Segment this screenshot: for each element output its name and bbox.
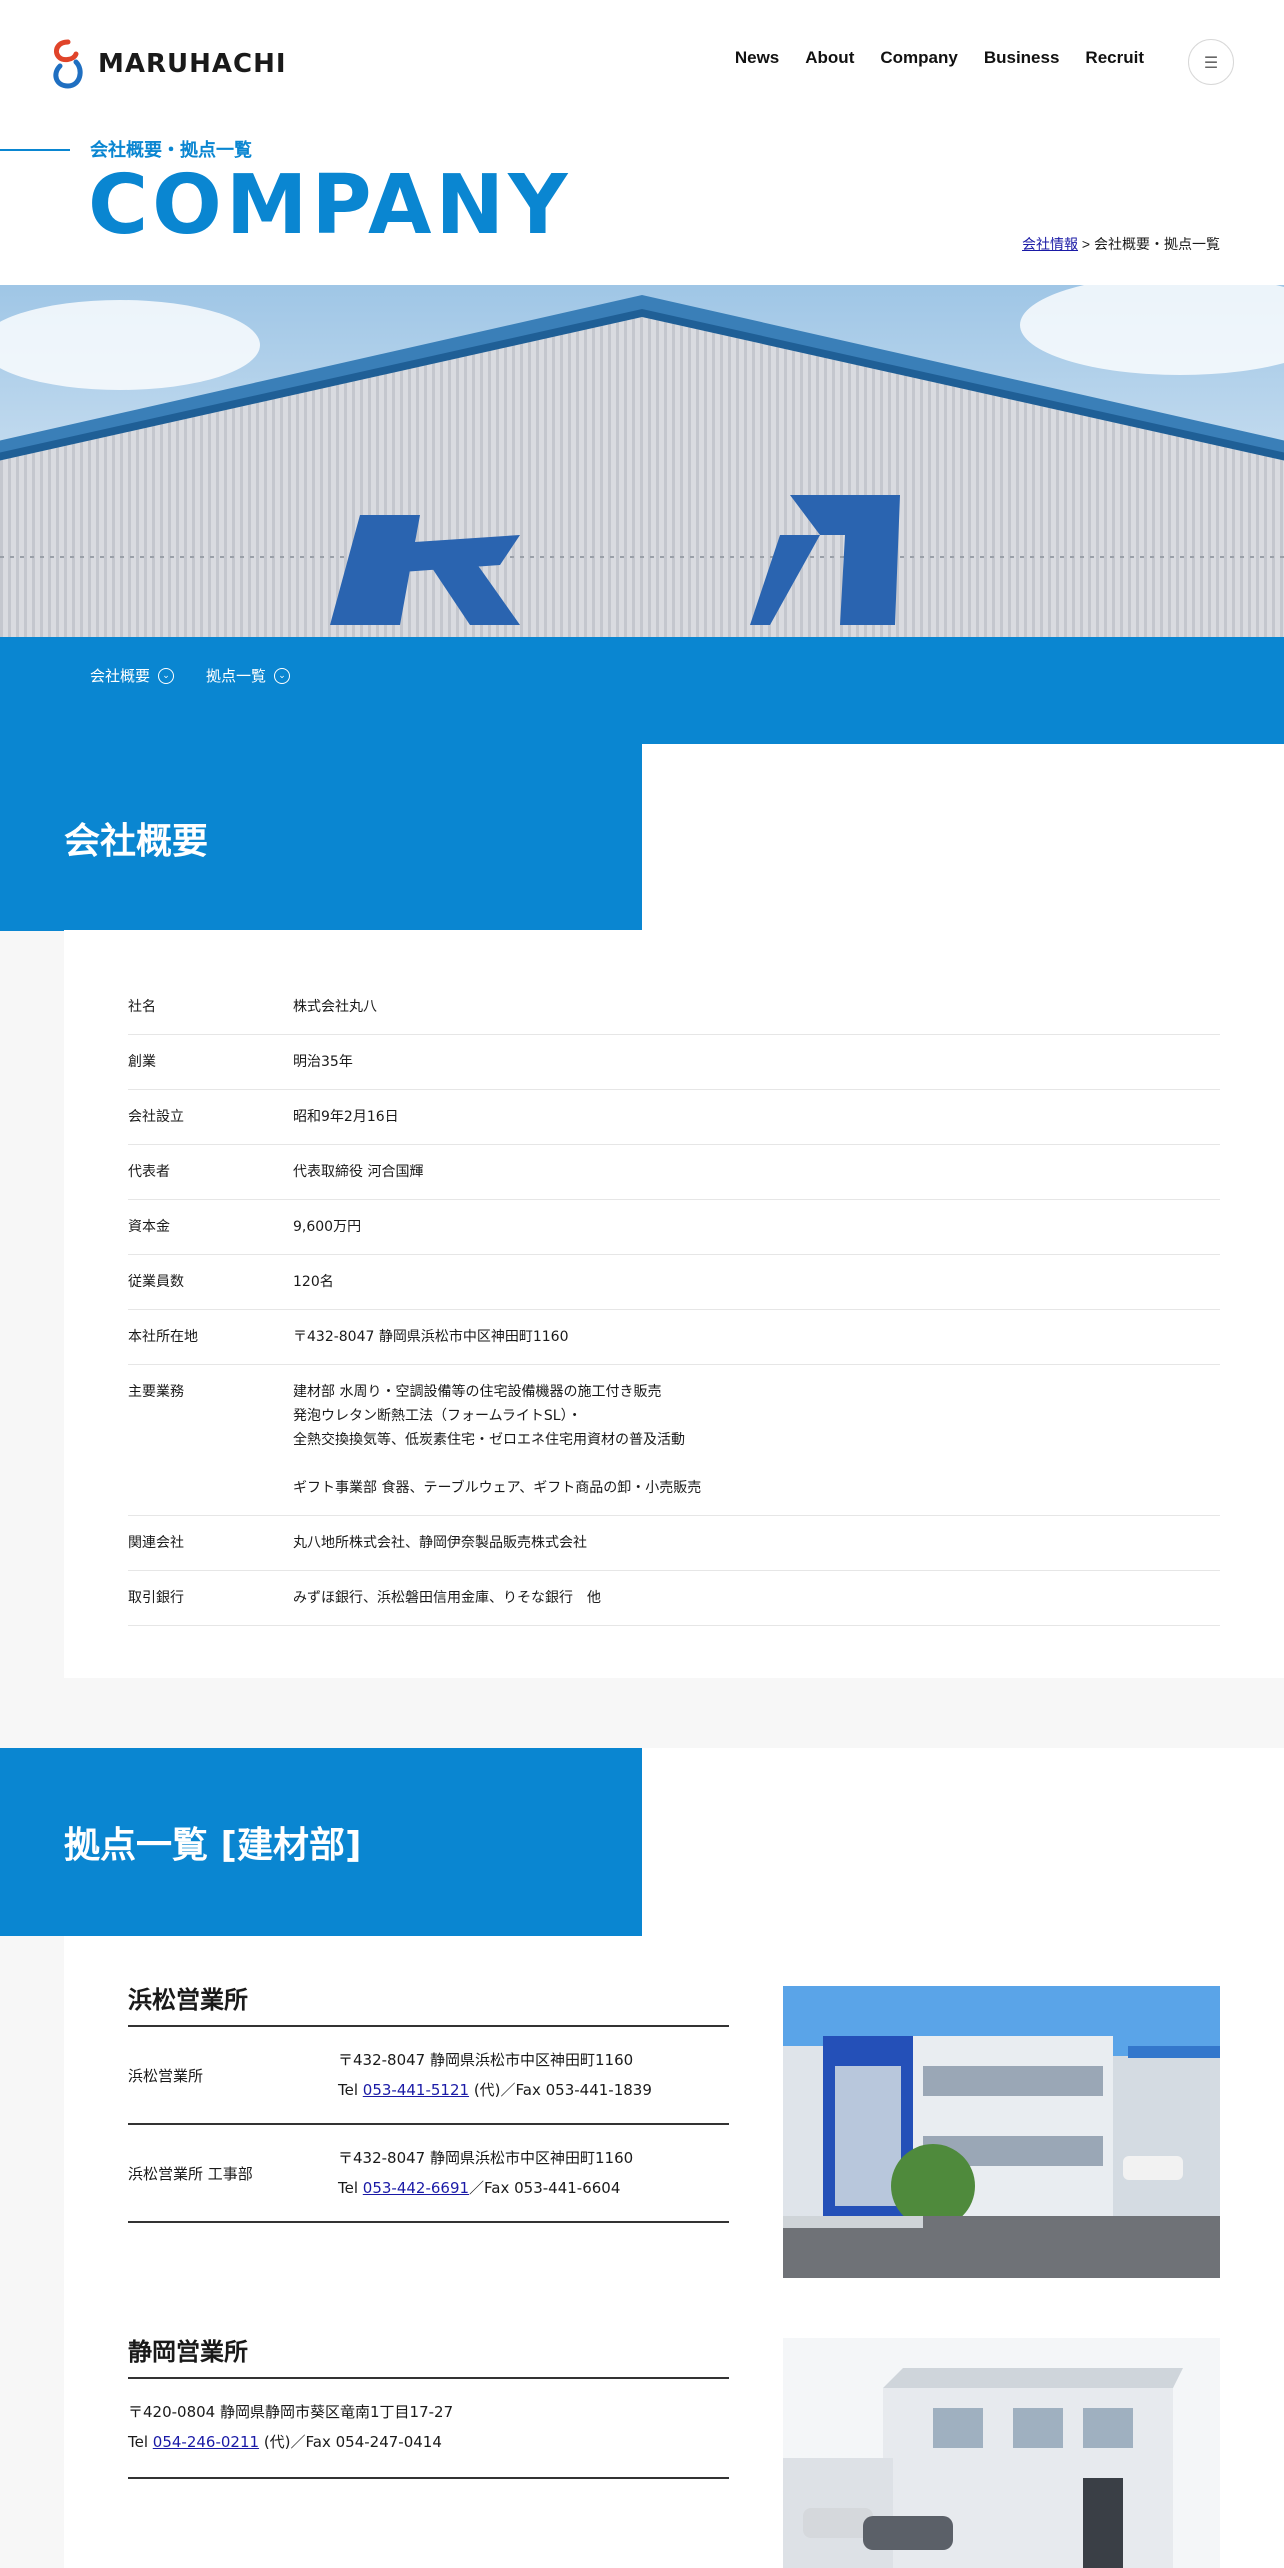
- office-contact: 〒420-0804 静岡県静岡市葵区竜南1丁目17-27 Tel 054-246…: [128, 2379, 729, 2479]
- table-row: 代表者 代表取締役 河合国輝: [128, 1145, 1220, 1200]
- office-phone-line: Tel 054-246-0211 (代)／Fax 054-247-0414: [128, 2427, 729, 2457]
- office-title: 静岡営業所: [128, 2332, 729, 2379]
- row-value: みずほ銀行、浜松磐田信用金庫、りそな銀行 他: [293, 1590, 601, 1606]
- row-key: 本社所在地: [128, 1329, 198, 1345]
- section-subnav-bar: 会社概要 ⌄ 拠点一覧 ⌄: [0, 637, 1284, 744]
- breadcrumb-separator: >: [1078, 236, 1094, 252]
- warehouse-illustration: [0, 285, 1284, 637]
- row-value: 9,600万円: [293, 1219, 362, 1235]
- row-value: 明治35年: [293, 1054, 353, 1070]
- row-value: 代表取締役 河合国輝: [293, 1164, 424, 1180]
- row-key: 資本金: [128, 1219, 170, 1235]
- shizuoka-office-photo: [783, 2338, 1220, 2568]
- row-key: 代表者: [128, 1164, 170, 1180]
- office-shizuoka: 静岡営業所 〒420-0804 静岡県静岡市葵区竜南1丁目17-27 Tel 0…: [128, 2332, 729, 2479]
- row-key: 従業員数: [128, 1274, 184, 1290]
- row-key: 社名: [128, 999, 156, 1015]
- overview-header-spacer: [642, 744, 1284, 931]
- office-row-name: 浜松営業所: [128, 2066, 204, 2085]
- office-address: 〒432-8047 静岡県浜松市中区神田町1160: [338, 2149, 634, 2167]
- table-row: 資本金 9,600万円: [128, 1200, 1220, 1255]
- menu-button[interactable]: ☰: [1188, 39, 1234, 85]
- eyebrow-line: [0, 149, 70, 151]
- row-value: 〒432-8047 静岡県浜松市中区神田町1160: [293, 1329, 569, 1345]
- tel-prefix: Tel: [338, 2081, 363, 2099]
- office-row: 浜松営業所 工事部 〒432-8047 静岡県浜松市中区神田町1160 Tel …: [128, 2125, 729, 2223]
- chevron-down-circle-icon: ⌄: [274, 667, 291, 684]
- main-nav: News About Company Business Recruit: [735, 48, 1144, 68]
- table-row: 関連会社 丸八地所株式会社、静岡伊奈製品販売株式会社: [128, 1516, 1220, 1571]
- row-key: 関連会社: [128, 1535, 184, 1551]
- tel-link[interactable]: 053-441-5121: [363, 2081, 469, 2099]
- logo[interactable]: MARUHACHI: [50, 38, 287, 90]
- table-row: 取引銀行 みずほ銀行、浜松磐田信用金庫、りそな銀行 他: [128, 1571, 1220, 1626]
- nav-company[interactable]: Company: [880, 48, 957, 68]
- row-key: 主要業務: [128, 1384, 184, 1400]
- bases-heading: 拠点一覧 [建材部]: [64, 1825, 362, 1866]
- company-info-table: 社名 株式会社丸八 創業 明治35年 会社設立 昭和9年2月16日 代表者 代表取締役 …: [128, 980, 1220, 1626]
- table-row: 本社所在地 〒432-8047 静岡県浜松市中区神田町1160: [128, 1310, 1220, 1365]
- office-row-contact: 〒432-8047 静岡県浜松市中区神田町1160 Tel 053-442-66…: [338, 2143, 729, 2203]
- row-key: 取引銀行: [128, 1590, 184, 1606]
- hamburger-icon: ☰: [1203, 52, 1219, 72]
- overview-section-header: 会社概要: [0, 744, 642, 931]
- office-phone-line: Tel 053-441-5121 (代)／Fax 053-441-1839: [338, 2075, 729, 2105]
- tel-prefix: Tel: [338, 2179, 363, 2197]
- row-value: 建材部 水周り・空調設備等の住宅設備機器の施工付き販売 発泡ウレタン断熱工法（フ…: [293, 1384, 702, 1496]
- chevron-down-circle-icon: ⌄: [158, 667, 175, 684]
- office-building-illustration: [783, 1986, 1220, 2278]
- row-value: 昭和9年2月16日: [293, 1109, 399, 1125]
- hamamatsu-office-photo: [783, 1986, 1220, 2278]
- subnav-bases[interactable]: 拠点一覧 ⌄: [206, 665, 291, 686]
- table-row: 創業 明治35年: [128, 1035, 1220, 1090]
- bases-header-spacer: [642, 1748, 1284, 1936]
- subnav-overview-label: 会社概要: [90, 667, 151, 685]
- fax-text: (代)／Fax 054-247-0414: [259, 2433, 442, 2451]
- site-header: MARUHACHI News About Company Business Re…: [0, 0, 1284, 130]
- brand-name: MARUHACHI: [98, 49, 287, 79]
- subnav-overview[interactable]: 会社概要 ⌄: [90, 665, 175, 686]
- table-row: 会社設立 昭和9年2月16日: [128, 1090, 1220, 1145]
- office-phone-line: Tel 053-442-6691／Fax 053-441-6604: [338, 2173, 729, 2203]
- breadcrumb-current: 会社概要・拠点一覧: [1094, 236, 1220, 252]
- office-building-illustration: [783, 2338, 1220, 2568]
- table-row: 社名 株式会社丸八: [128, 980, 1220, 1035]
- fax-text: (代)／Fax 053-441-1839: [469, 2081, 652, 2099]
- nav-business[interactable]: Business: [984, 48, 1060, 68]
- office-title: 浜松営業所: [128, 1980, 729, 2027]
- office-row-name: 浜松営業所 工事部: [128, 2164, 253, 2183]
- breadcrumb: 会社情報 > 会社概要・拠点一覧: [1022, 234, 1220, 254]
- office-row: 浜松営業所 〒432-8047 静岡県浜松市中区神田町1160 Tel 053-…: [128, 2027, 729, 2125]
- nav-news[interactable]: News: [735, 48, 779, 68]
- hero-image: [0, 285, 1284, 637]
- row-value: 株式会社丸八: [293, 999, 377, 1015]
- office-address: 〒432-8047 静岡県浜松市中区神田町1160: [338, 2051, 634, 2069]
- tel-prefix: Tel: [128, 2433, 153, 2451]
- maruhachi-logo-icon: [53, 39, 83, 89]
- overview-heading: 会社概要: [64, 821, 209, 862]
- breadcrumb-link-company-info[interactable]: 会社情報: [1022, 236, 1078, 252]
- tel-link[interactable]: 053-442-6691: [363, 2179, 469, 2197]
- row-value: 丸八地所株式会社、静岡伊奈製品販売株式会社: [293, 1535, 587, 1551]
- tel-link[interactable]: 054-246-0211: [153, 2433, 259, 2451]
- office-row-contact: 〒432-8047 静岡県浜松市中区神田町1160 Tel 053-441-51…: [338, 2045, 729, 2105]
- bases-section-header: 拠点一覧 [建材部]: [0, 1748, 642, 1936]
- nav-recruit[interactable]: Recruit: [1085, 48, 1144, 68]
- row-value: 120名: [293, 1274, 334, 1290]
- row-key: 創業: [128, 1054, 156, 1070]
- fax-text: ／Fax 053-441-6604: [469, 2179, 621, 2197]
- nav-about[interactable]: About: [805, 48, 854, 68]
- row-key: 会社設立: [128, 1109, 184, 1125]
- section-subnav: 会社概要 ⌄ 拠点一覧 ⌄: [90, 665, 291, 686]
- table-row: 主要業務 建材部 水周り・空調設備等の住宅設備機器の施工付き販売 発泡ウレタン断熱…: [128, 1365, 1220, 1516]
- office-address: 〒420-0804 静岡県静岡市葵区竜南1丁目17-27: [128, 2403, 454, 2421]
- office-hamamatsu: 浜松営業所 浜松営業所 〒432-8047 静岡県浜松市中区神田町1160 Te…: [128, 1980, 729, 2223]
- page-title: COMPANY: [88, 158, 572, 253]
- table-row: 従業員数 120名: [128, 1255, 1220, 1310]
- subnav-bases-label: 拠点一覧: [206, 667, 267, 685]
